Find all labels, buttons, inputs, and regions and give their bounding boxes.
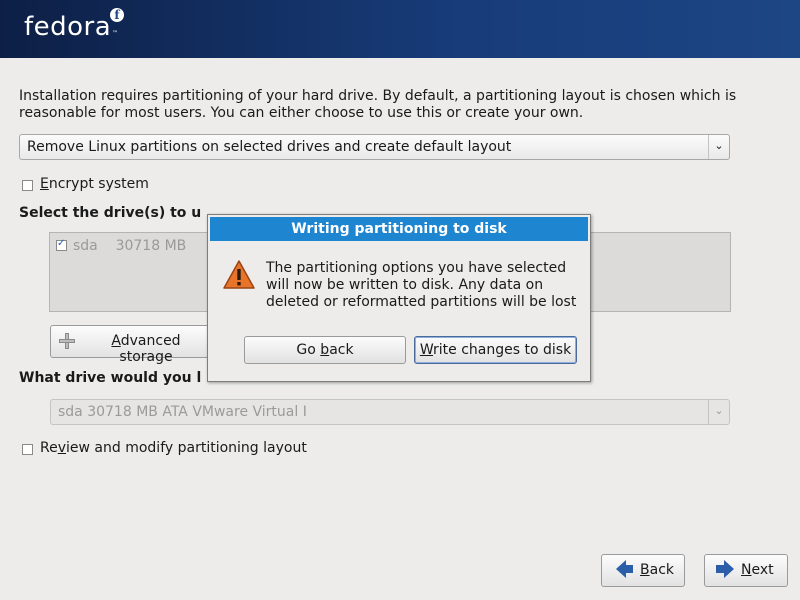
header-banner: fedora f ™ [0,0,800,58]
advanced-storage-button[interactable]: Advanced storage [50,325,210,365]
warning-triangle-icon [223,260,255,289]
review-checkbox[interactable] [22,444,33,455]
dialog-message: The partitioning options you have select… [266,260,577,310]
next-button[interactable]: Next [704,554,788,587]
review-label[interactable]: Review and modify partitioning layout [40,440,307,456]
back-label: Back [640,562,674,578]
boot-drive-value: sda 30718 MB ATA VMware Virtual I [58,404,307,420]
write-confirm-dialog: Writing partitioning to disk The partiti… [207,214,591,382]
drives-heading: Select the drive(s) to u [19,205,202,221]
plus-icon [59,333,75,349]
partition-layout-select[interactable]: Remove Linux partitions on selected driv… [19,134,730,160]
go-back-button[interactable]: Go back [244,336,406,364]
back-button[interactable]: Back [601,554,685,587]
write-changes-label: Write changes to disk [419,342,572,358]
drive-name: sda [73,238,98,254]
chevron-down-icon: ⌄ [708,400,729,424]
fedora-infinity-icon: f [110,8,124,22]
encrypt-checkbox[interactable] [22,180,33,191]
encrypt-label[interactable]: Encrypt system [40,176,149,192]
go-back-label: Go back [296,342,354,358]
left-arrow-icon [616,560,633,578]
drive-row[interactable]: ✓ sda 30718 MB [56,238,186,254]
fedora-logo: fedora [24,12,112,42]
dialog-title: Writing partitioning to disk [210,217,588,241]
drive-size: 30718 MB [115,238,187,254]
chevron-down-icon: ⌄ [708,135,729,159]
drive-checkbox[interactable]: ✓ [56,238,67,251]
boot-drive-select[interactable]: sda 30718 MB ATA VMware Virtual I ⌄ [50,399,730,425]
write-changes-button[interactable]: Write changes to disk [414,336,577,364]
advanced-storage-label: Advanced storage [111,333,181,365]
boot-drive-heading: What drive would you l [19,370,202,386]
intro-text: Installation requires partitioning of yo… [19,88,737,121]
partition-layout-value: Remove Linux partitions on selected driv… [27,139,512,155]
next-label: Next [741,562,774,578]
right-arrow-icon [716,560,734,578]
trademark-mark: ™ [112,30,118,37]
